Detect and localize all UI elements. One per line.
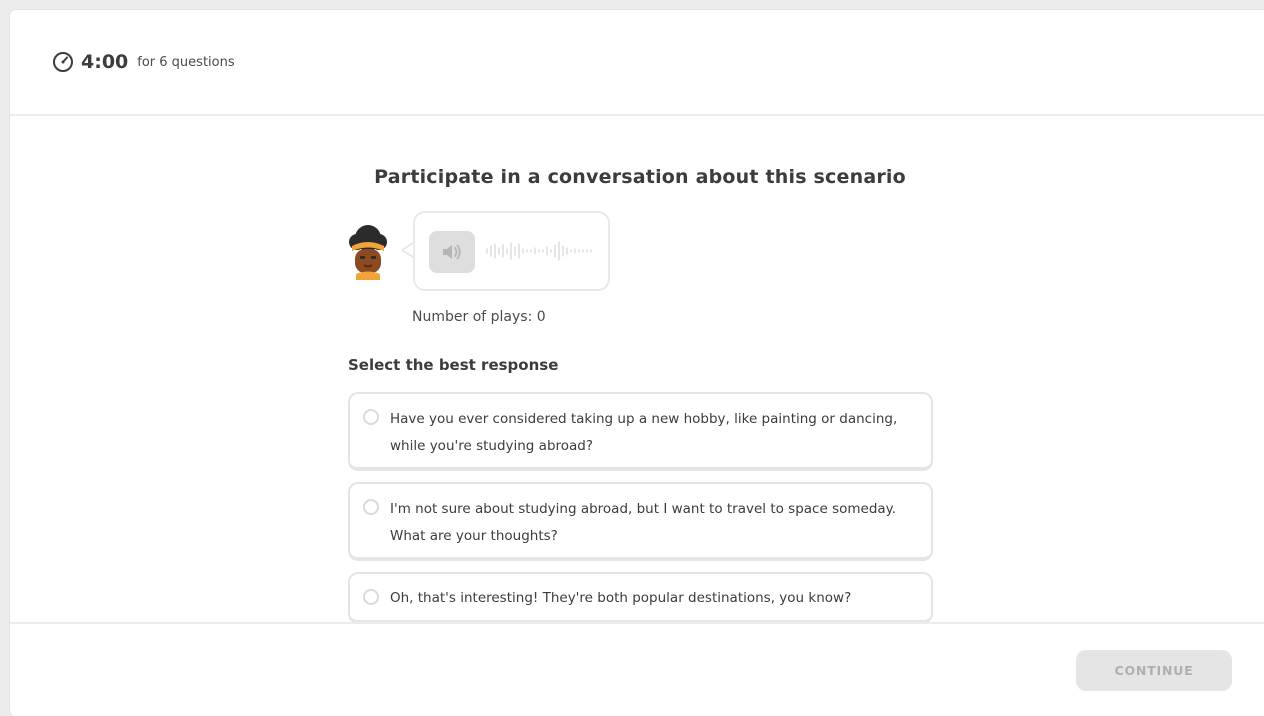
header-bar: 4:00 for 6 questions xyxy=(10,10,1264,116)
speaker-icon xyxy=(443,244,461,260)
audio-waveform xyxy=(486,241,592,261)
app-window: 4:00 for 6 questions Participate in a co… xyxy=(10,10,1264,716)
play-audio-button[interactable] xyxy=(429,231,475,273)
response-option[interactable]: I'm not sure about studying abroad, but … xyxy=(348,482,933,561)
question-title: Participate in a conversation about this… xyxy=(374,166,906,188)
plays-count: Number of plays: 0 xyxy=(412,309,546,325)
radio-button[interactable] xyxy=(363,589,379,605)
select-label: Select the best response xyxy=(348,356,559,374)
response-option-text: I'm not sure about studying abroad, but … xyxy=(390,501,897,544)
timer-label: for 6 questions xyxy=(137,54,235,70)
radio-button[interactable] xyxy=(363,409,379,425)
timer-icon xyxy=(53,52,73,72)
question-area: Participate in a conversation about this… xyxy=(10,116,1264,624)
timer-value: 4:00 xyxy=(81,51,129,73)
radio-button[interactable] xyxy=(363,499,379,515)
response-option-text: Oh, that's interesting! They're both pop… xyxy=(390,590,852,606)
character-avatar xyxy=(349,225,387,280)
audio-bubble xyxy=(413,211,610,291)
timer: 4:00 for 6 questions xyxy=(52,51,235,73)
footer-bar: CONTINUE xyxy=(10,622,1264,716)
response-option-text: Have you ever considered taking up a new… xyxy=(390,411,898,454)
response-option[interactable]: Oh, that's interesting! They're both pop… xyxy=(348,572,933,624)
response-option[interactable]: Have you ever considered taking up a new… xyxy=(348,392,933,471)
continue-button[interactable]: CONTINUE xyxy=(1076,650,1232,691)
